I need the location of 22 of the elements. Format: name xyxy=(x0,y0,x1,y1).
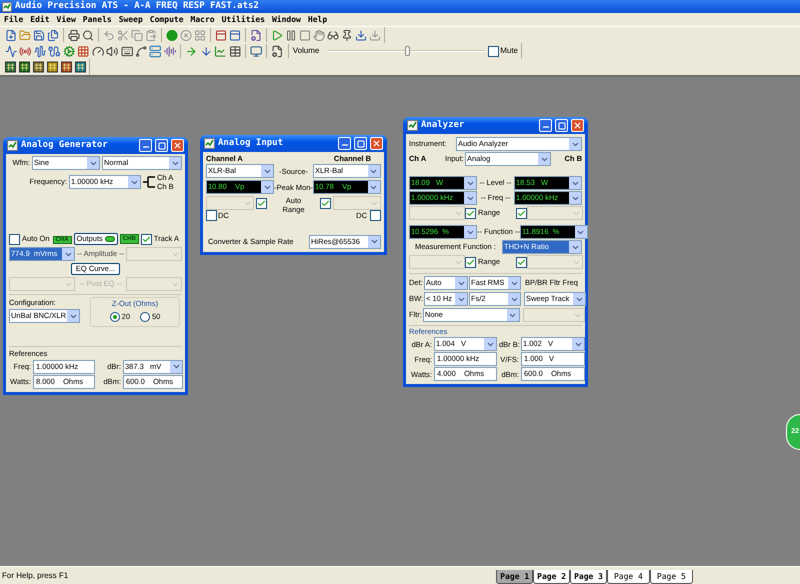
menu-item[interactable]: Sweep xyxy=(118,14,143,26)
app-title: Audio Precision ATS - A-A FREQ RESP FAST.ats2 xyxy=(15,0,259,13)
menu-item[interactable]: File xyxy=(4,14,24,26)
menu-item[interactable]: Macro xyxy=(190,14,215,26)
page-tab[interactable]: Page 5 xyxy=(650,570,693,584)
menu-item[interactable]: Utilities xyxy=(222,14,265,26)
menu-item[interactable]: Edit xyxy=(30,14,50,26)
page-tab[interactable]: Page 2 xyxy=(533,570,570,584)
window-title: Analog Input xyxy=(218,136,284,150)
page-tab[interactable]: Page 4 xyxy=(606,570,650,584)
window-title: Analyzer xyxy=(421,118,466,132)
page-tab[interactable]: Page 3 xyxy=(570,570,607,584)
menu-item[interactable]: Compute xyxy=(150,14,184,26)
menu-item[interactable]: Panels xyxy=(82,14,112,26)
status-text: For Help, press F1 xyxy=(2,570,68,582)
menu-item[interactable]: Window xyxy=(272,14,301,26)
window-title: Analog Generator xyxy=(21,138,109,152)
checkbox-label: Mute xyxy=(500,45,518,57)
menu-item[interactable]: Help xyxy=(308,14,328,26)
menu-item[interactable]: View xyxy=(56,14,76,26)
volume-label: Volume xyxy=(292,45,320,57)
page-tab[interactable]: Page 1 xyxy=(496,570,534,584)
